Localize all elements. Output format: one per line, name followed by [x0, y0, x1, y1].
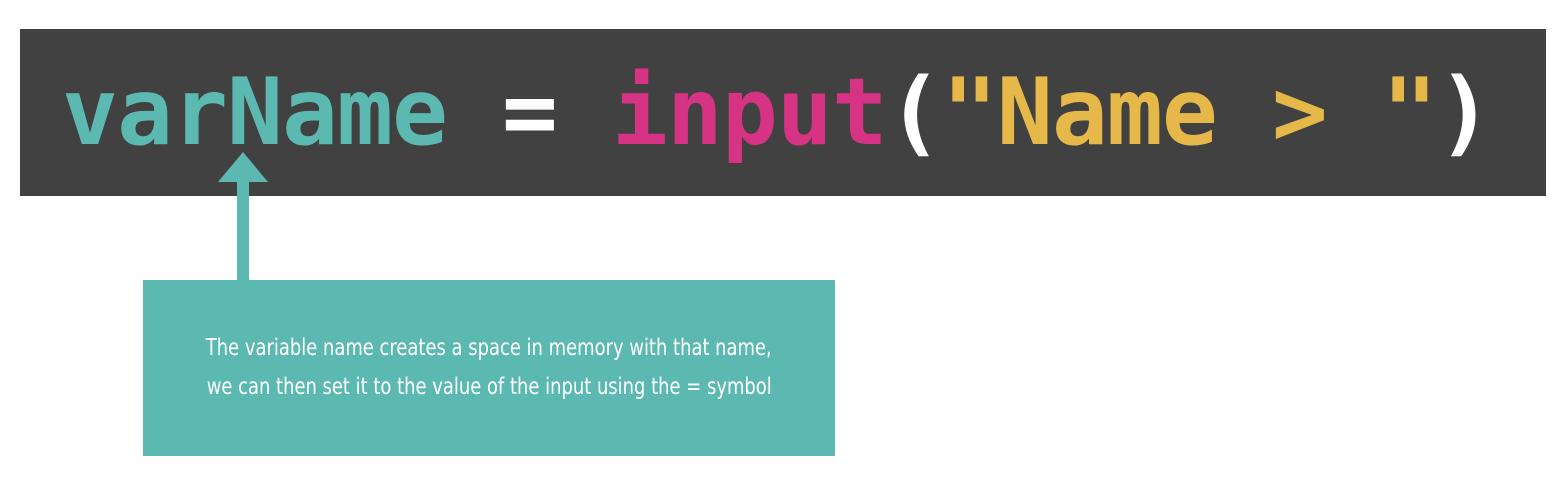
explanation-callout: The variable name creates a space in mem… [143, 280, 835, 456]
arrow-shaft [237, 180, 249, 282]
arrow-head [218, 152, 268, 182]
assignment-operator-token: = [446, 58, 612, 166]
open-paren-token: ( [886, 58, 943, 166]
string-token: "Name > " [941, 58, 1438, 166]
callout-line-2: we can then set it to the value of the i… [206, 374, 772, 400]
variable-token: varName [62, 58, 448, 166]
callout-line-1: The variable name creates a space in mem… [206, 334, 772, 361]
code-line: varName = input("Name > ") [62, 29, 1493, 196]
function-token: input [611, 58, 888, 166]
close-paren-token: ) [1436, 58, 1493, 166]
up-arrow-icon [218, 152, 268, 282]
